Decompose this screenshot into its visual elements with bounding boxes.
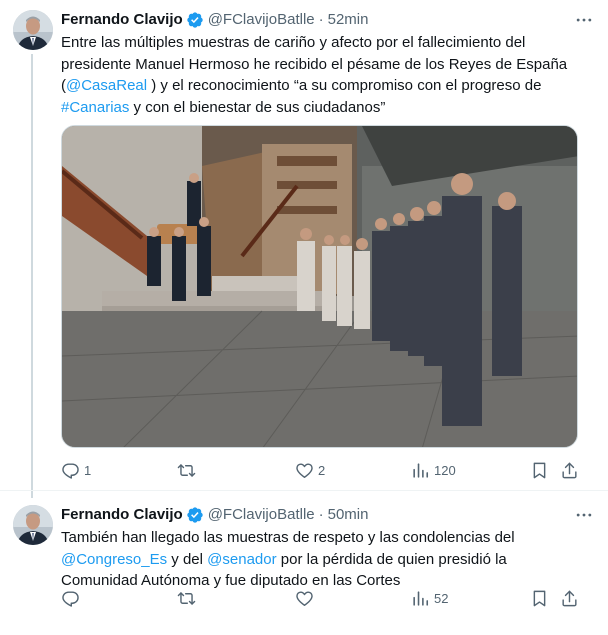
photo-funeral-coffin-procession [62, 126, 577, 447]
share-button[interactable] [560, 588, 579, 608]
reply-icon [62, 590, 79, 607]
tweet-body: Fernando Clavijo @FClavijoBatlle · 50min… [61, 505, 596, 592]
mention-link[interactable]: @CasaReal [66, 77, 147, 94]
share-icon [562, 590, 577, 606]
like-count: 2 [318, 462, 326, 478]
retweet-icon [177, 591, 196, 605]
mention-link[interactable]: @senador [207, 551, 276, 568]
retweet-button[interactable] [177, 460, 200, 480]
tweet-actions: 1 2 120 [61, 460, 579, 480]
heart-icon [296, 462, 313, 478]
more-options-icon[interactable] [574, 505, 596, 525]
tweet-timestamp[interactable]: 50min [328, 505, 369, 525]
views-count: 120 [434, 462, 456, 478]
hashtag-link[interactable]: #Canarias [61, 99, 129, 116]
avatar[interactable] [13, 505, 53, 545]
mention-link[interactable]: @Congreso_Es [61, 551, 167, 568]
tweet-text-segment: ) y el reconocimiento “a su compromiso c… [147, 77, 542, 94]
like-button[interactable] [295, 588, 318, 608]
author-name[interactable]: Fernando Clavijo [61, 10, 183, 30]
views-chart-icon [413, 590, 429, 606]
separator-dot: · [318, 11, 324, 28]
tweet-text-segment: También han llegado las muestras de resp… [61, 529, 515, 546]
verified-badge-icon [186, 506, 204, 524]
tweet-photo[interactable] [61, 125, 578, 448]
tweet-body: Fernando Clavijo @FClavijoBatlle · 52min… [61, 10, 596, 118]
share-button[interactable] [560, 460, 579, 480]
tweet-timestamp[interactable]: 52min [328, 10, 369, 30]
tweet-header: Fernando Clavijo @FClavijoBatlle · 52min [61, 10, 596, 30]
bookmark-icon [533, 462, 546, 478]
reply-icon [62, 462, 79, 479]
tweet-actions: 52 [61, 588, 579, 608]
views-count: 52 [434, 590, 449, 606]
views-button[interactable]: 120 [411, 460, 456, 480]
tweet-feed: Fernando Clavijo @FClavijoBatlle · 52min… [0, 0, 608, 635]
retweet-button[interactable] [177, 588, 200, 608]
author-name[interactable]: Fernando Clavijo [61, 505, 183, 525]
reply-button[interactable] [61, 588, 84, 608]
heart-icon [296, 590, 313, 606]
reply-count: 1 [84, 462, 92, 478]
reply-button[interactable]: 1 [61, 460, 91, 480]
share-icon [562, 462, 577, 478]
avatar-image [13, 505, 53, 545]
bookmark-button[interactable] [530, 588, 549, 608]
bookmark-button[interactable] [530, 460, 549, 480]
bookmark-icon [533, 590, 546, 606]
views-chart-icon [413, 462, 429, 478]
verified-badge-icon [186, 11, 204, 29]
tweet-header: Fernando Clavijo @FClavijoBatlle · 50min [61, 505, 596, 525]
tweet-text-segment: y con el bienestar de sus ciudadanos” [129, 98, 386, 116]
tweet[interactable]: Fernando Clavijo @FClavijoBatlle · 52min… [0, 0, 608, 490]
tweet-text: También han llegado las muestras de resp… [61, 527, 576, 592]
views-button[interactable]: 52 [411, 588, 448, 608]
author-handle[interactable]: @FClavijoBatlle [208, 10, 315, 30]
more-options-icon[interactable] [574, 10, 596, 30]
avatar[interactable] [13, 10, 53, 50]
avatar-image [13, 10, 53, 50]
like-button[interactable]: 2 [295, 460, 325, 480]
separator-dot: · [318, 506, 324, 523]
author-handle[interactable]: @FClavijoBatlle [208, 505, 315, 525]
tweet[interactable]: Fernando Clavijo @FClavijoBatlle · 50min… [0, 490, 608, 635]
tweet-text-segment: y del [167, 550, 208, 568]
retweet-icon [177, 463, 196, 477]
tweet-text: Entre las múltiples muestras de cariño y… [61, 32, 576, 118]
